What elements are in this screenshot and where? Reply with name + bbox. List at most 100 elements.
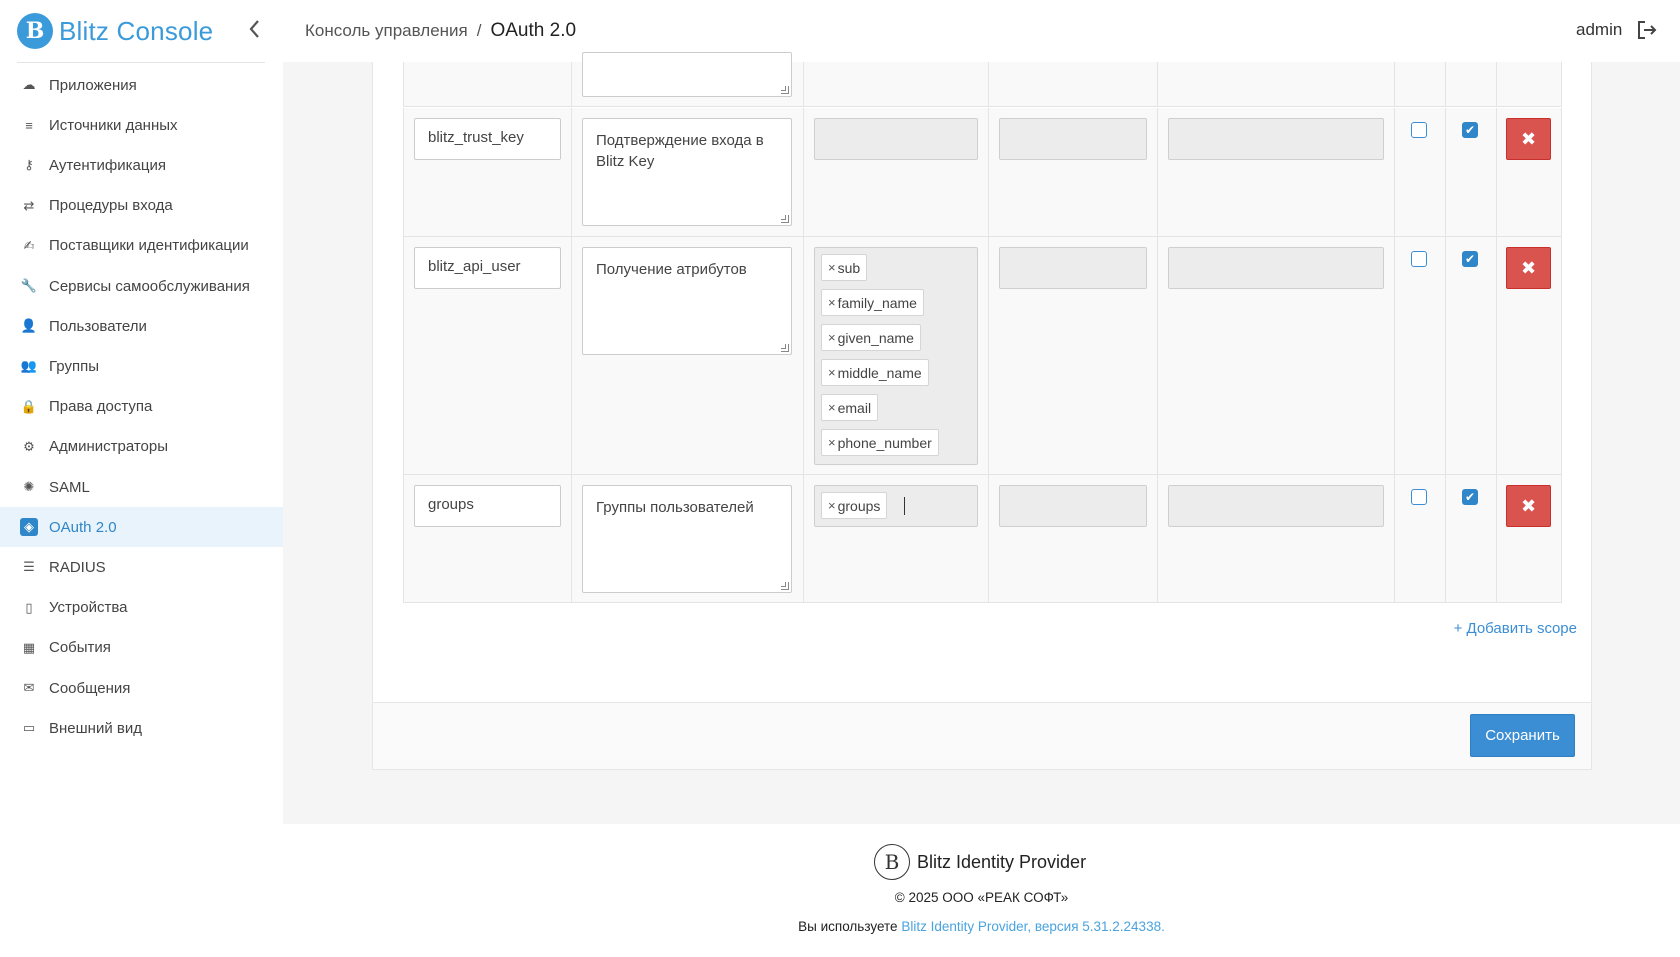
scope-field-disabled [1168,485,1384,527]
lock-icon: 🔒 [20,398,38,414]
scope-description-textarea[interactable]: Получение атрибутов [582,247,792,355]
delete-scope-button[interactable]: ✖ [1506,247,1551,289]
scope-checkbox-2[interactable]: ✔ [1462,251,1478,267]
description-textarea[interactable] [582,52,792,97]
column-divider [403,62,404,106]
user-name[interactable]: admin [1576,20,1622,40]
sidebar-item[interactable]: ▦ События [0,628,283,668]
scope-name-input[interactable]: blitz_api_user [414,247,561,289]
scope-field-disabled [999,247,1147,289]
resize-grip-icon[interactable] [781,86,789,94]
column-divider [571,475,572,602]
collapse-sidebar-button[interactable] [243,18,265,44]
column-divider [1561,108,1562,236]
footer-copyright: © 2025 ООО «РЕАК СОФТ» [894,890,1069,905]
remove-tag-icon[interactable]: × [828,498,836,513]
sidebar-item[interactable]: 👥 Группы [0,346,283,386]
mobile-icon: ▯ [25,599,33,615]
resize-grip-icon[interactable] [781,344,789,352]
sidebar-item[interactable]: 👤 Пользователи [0,306,283,346]
column-divider [988,237,989,474]
sidebar-item[interactable]: ⇄ Процедуры входа [0,186,283,226]
remove-tag-icon[interactable]: × [828,295,836,310]
wrench-icon: 🔧 [20,278,38,293]
table-row: groups Группы пользователей × groups ✔ ✖ [403,475,1562,603]
sidebar-item[interactable]: ☰ RADIUS [0,547,283,587]
sidebar-item[interactable]: ⚷ Аутентификация [0,145,283,185]
sidebar-item[interactable]: ☁ Приложения [0,65,283,105]
scope-description-textarea[interactable]: Подтверждение входа в Blitz Key [582,118,792,226]
scopes-panel: blitz_trust_key Подтверждение входа в Bli… [372,52,1592,770]
column-divider [803,475,804,602]
sidebar-item-label: Устройства [49,599,128,617]
resize-grip-icon[interactable] [781,582,789,590]
handshake-icon: ✍ [23,237,35,253]
sidebar-item[interactable]: ✉ Сообщения [0,668,283,708]
delete-scope-button[interactable]: ✖ [1506,118,1551,160]
attribute-tag-label: middle_name [837,364,922,381]
remove-tag-icon[interactable]: × [828,400,836,415]
scope-description-textarea[interactable]: Группы пользователей [582,485,792,593]
users-icon: 👥 [20,358,38,374]
sidebar-item[interactable]: 🔒 Права доступа [0,387,283,427]
sidebar-item-label: Права доступа [49,398,153,416]
breadcrumb-root-link[interactable]: Консоль управления [305,21,468,41]
sidebar-item[interactable]: 🔧 Сервисы самообслуживания [0,266,283,306]
save-button[interactable]: Сохранить [1470,714,1575,757]
header: B Blitz Console Консоль управления / OAu… [0,0,1680,62]
attribute-tag: × family_name [821,289,924,316]
scope-name-input[interactable]: blitz_trust_key [414,118,561,160]
remove-tag-icon[interactable]: × [828,365,836,380]
sidebar-item[interactable]: ▯ Устройства [0,588,283,628]
scope-attributes-tag-input[interactable] [814,118,978,160]
sidebar-item[interactable]: ✺ SAML [0,467,283,507]
chevron-left-icon [249,20,259,38]
remove-tag-icon[interactable]: × [828,330,836,345]
scope-checkbox-2[interactable]: ✔ [1462,122,1478,138]
resize-grip-icon[interactable] [781,215,789,223]
attribute-tag: × given_name [821,324,921,351]
scope-description-text: Группы пользователей [596,499,754,516]
table-row: blitz_trust_key Подтверждение входа в Bli… [403,108,1562,237]
scope-checkbox-1[interactable] [1411,251,1427,267]
app-title: Blitz Console [59,15,214,46]
certificate-icon: ✺ [23,479,35,494]
scope-attributes-tag-input[interactable]: × sub × family_name × given_name × middle_name ×… [814,247,978,465]
scope-checkbox-2[interactable]: ✔ [1462,489,1478,505]
column-divider [1157,475,1158,602]
footer-version-link[interactable]: Blitz Identity Provider, версия 5.31.2.2… [901,919,1165,934]
remove-tag-icon[interactable]: × [828,260,836,275]
column-divider [403,237,404,474]
attribute-tag: × phone_number [821,429,939,456]
remove-tag-icon[interactable]: × [828,435,836,450]
scope-name-input[interactable]: groups [414,485,561,527]
user-icon: 👤 [20,318,38,334]
footer-logo: B Blitz Identity Provider [874,844,1086,880]
breadcrumb: Консоль управления / OAuth 2.0 [305,20,576,42]
sidebar-item[interactable]: ≡ Источники данных [0,105,283,145]
desktop-icon: ▭ [22,720,36,736]
add-scope-link[interactable]: + Добавить scope [1454,620,1577,637]
column-divider [988,108,989,236]
scope-checkbox-1[interactable] [1411,489,1427,505]
scope-checkbox-1[interactable] [1411,122,1427,138]
sidebar-item[interactable]: ◈ OAuth 2.0 [0,507,283,548]
scope-attributes-tag-input[interactable]: × groups [814,485,978,527]
attribute-tag-label: family_name [837,294,917,311]
sidebar-item-label: Администраторы [49,438,169,456]
logout-icon[interactable] [1636,19,1658,41]
column-divider [1561,475,1562,602]
column-divider [1157,108,1158,236]
sidebar-item[interactable]: ▭ Внешний вид [0,708,283,748]
breadcrumb-separator: / [476,21,482,40]
column-divider [1157,62,1158,106]
text-cursor [904,497,905,515]
column-divider [403,108,404,236]
sidebar-item-label: Поставщики идентификации [49,237,249,255]
delete-scope-button[interactable]: ✖ [1506,485,1551,527]
column-divider [803,237,804,474]
panel-footer: Сохранить [373,702,1591,769]
sidebar-item[interactable]: ✍ Поставщики идентификации [0,226,283,266]
sidebar-item[interactable]: ⚙ Администраторы [0,427,283,467]
app-logo[interactable]: B Blitz Console [17,13,213,49]
